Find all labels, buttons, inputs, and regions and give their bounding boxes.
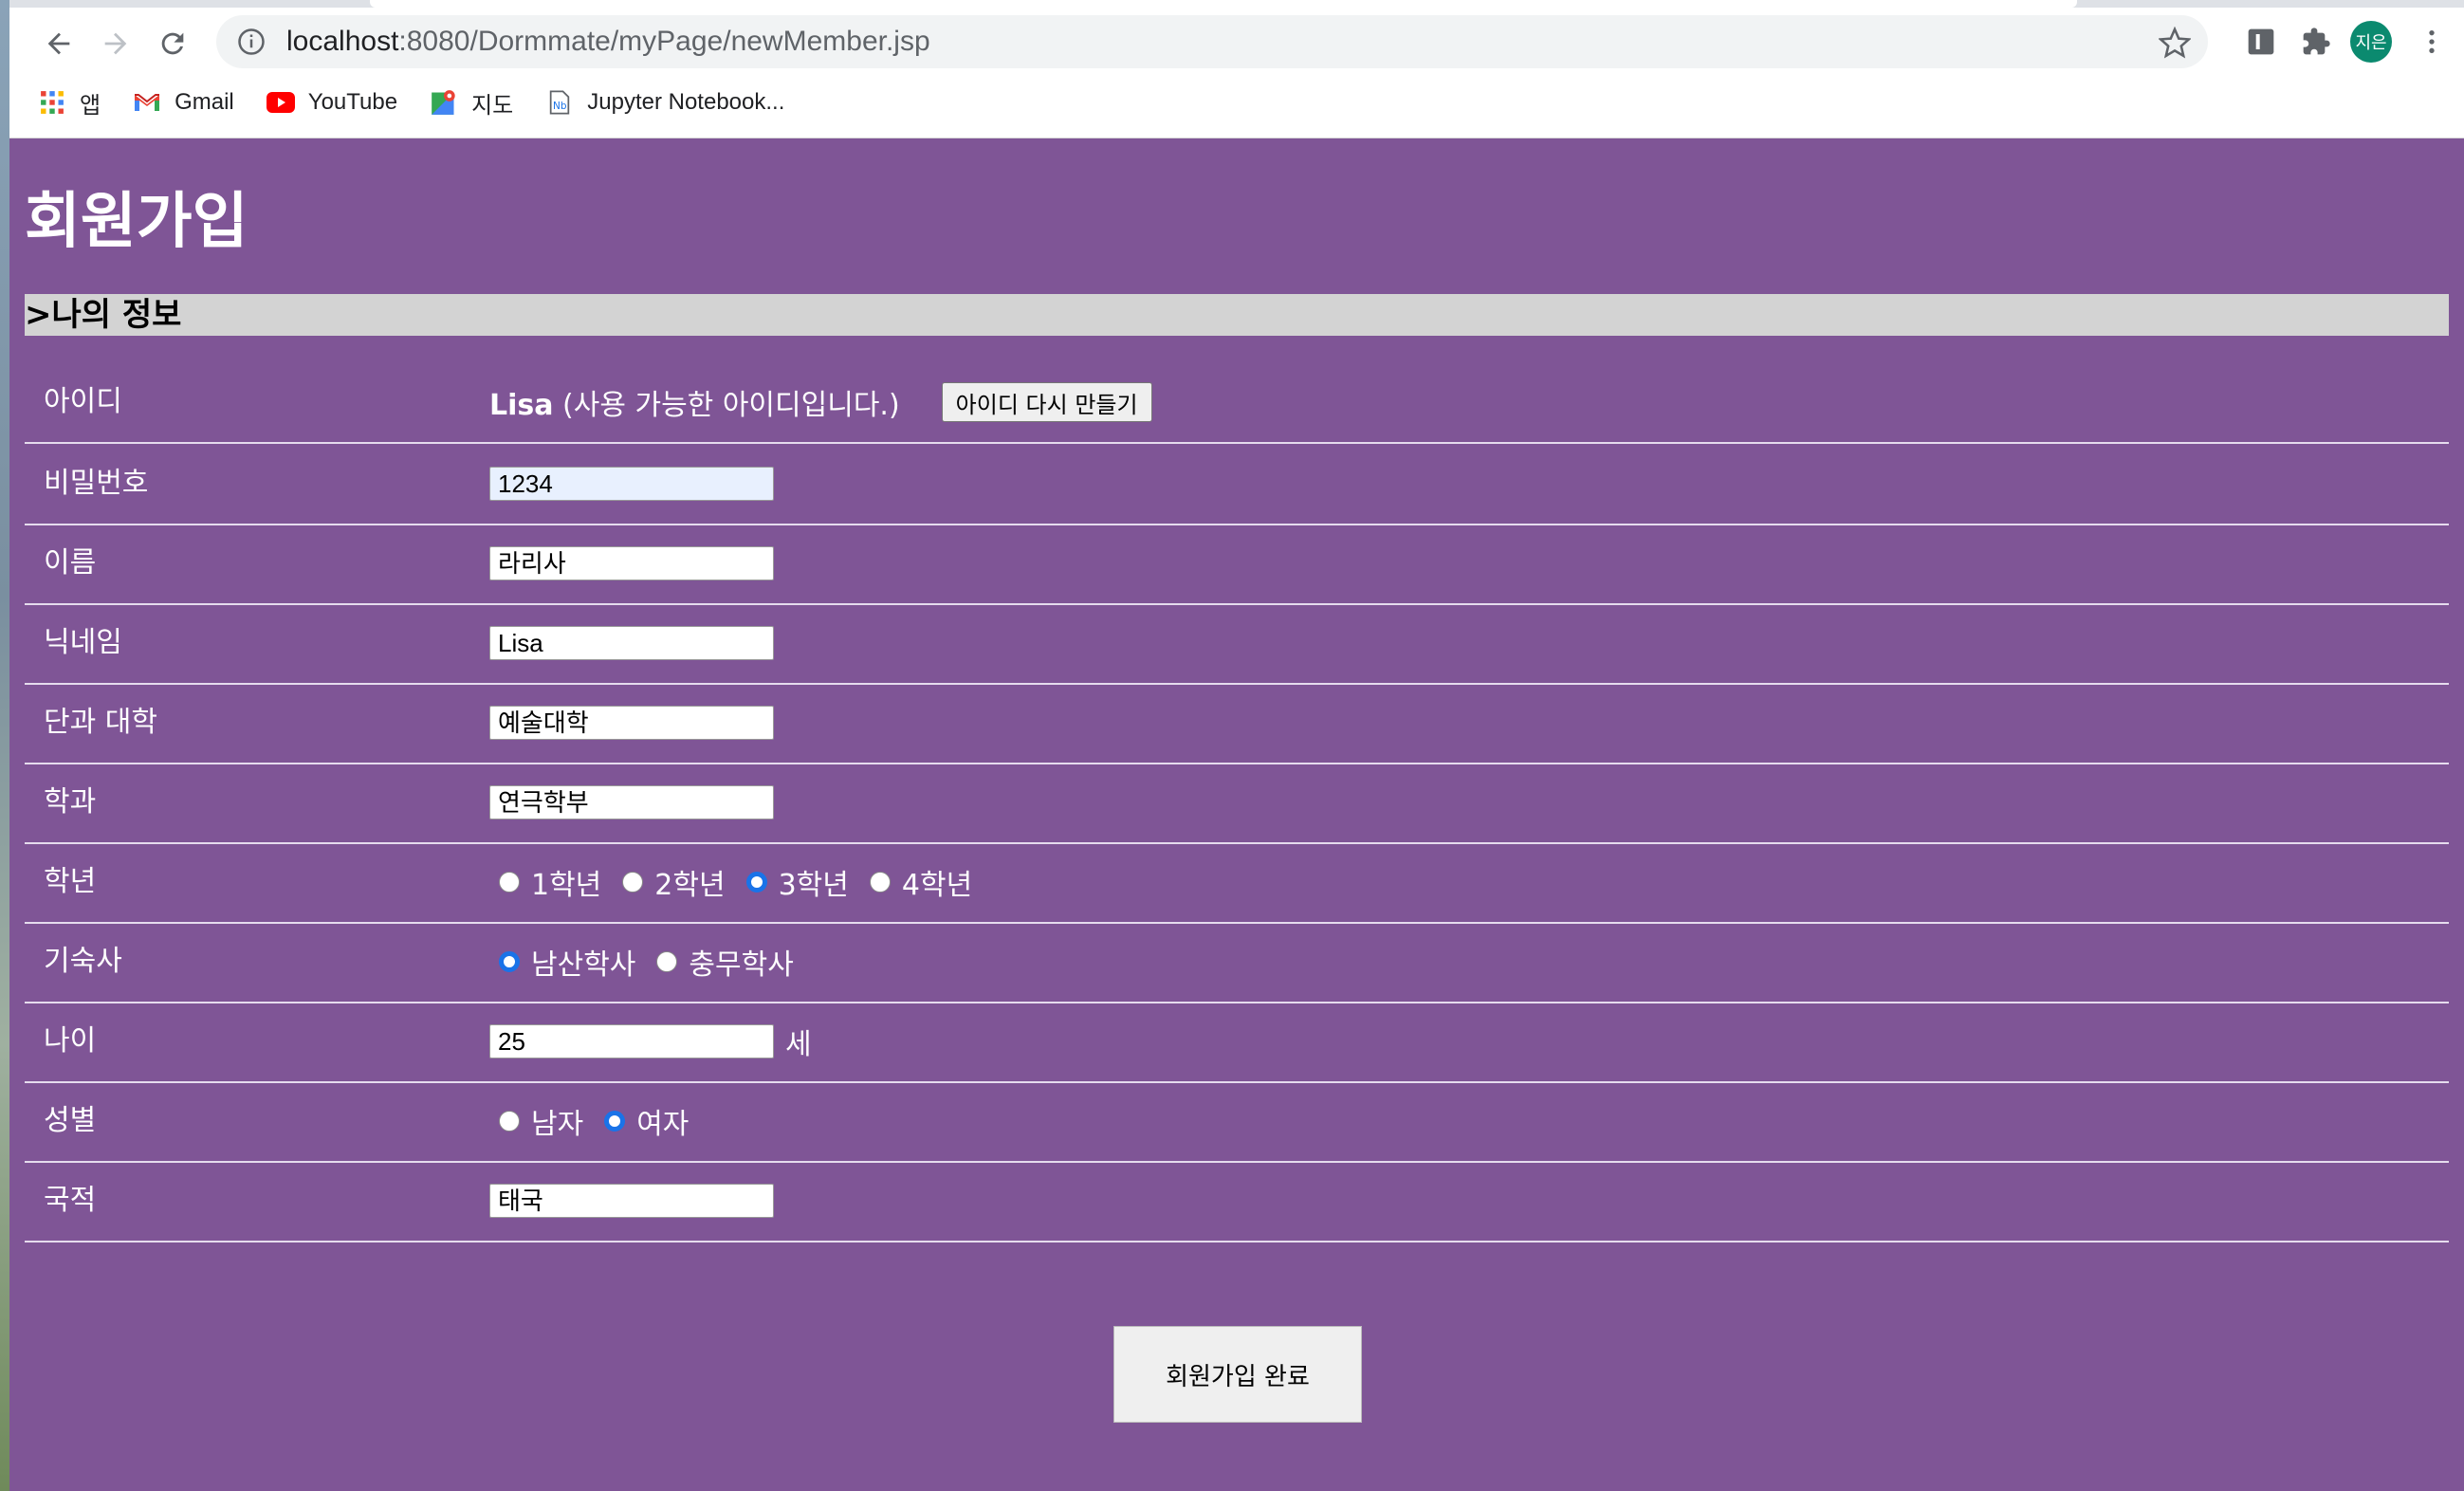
gmail-icon	[133, 88, 161, 117]
menu-kebab-icon[interactable]	[2411, 21, 2453, 63]
college-label: 단과 대학	[44, 706, 157, 739]
row-grade: 학년 1학년 2학년 3학년 4학년	[25, 842, 2449, 924]
row-nationality: 국적 태국	[25, 1161, 2449, 1242]
row-id: 아이디 Lisa (사용 가능한 아이디입니다.) 아이디 다시 만들기	[25, 362, 2449, 444]
age-unit: 세	[785, 1028, 812, 1061]
row-nickname: 닉네임 Lisa	[25, 603, 2449, 685]
info-icon[interactable]	[237, 28, 266, 56]
url-text[interactable]: localhost:8080/Dormmate/myPage/newMember…	[286, 15, 930, 68]
youtube-icon	[266, 88, 295, 117]
maps-icon	[430, 88, 458, 117]
name-input[interactable]: 라리사	[489, 546, 774, 580]
gender-female-label: 여자	[636, 1108, 690, 1141]
nationality-input[interactable]: 태국	[489, 1184, 774, 1218]
nickname-label: 닉네임	[44, 626, 122, 659]
id-value: Lisa (사용 가능한 아이디입니다.)	[489, 389, 900, 422]
college-input[interactable]: 예술대학	[489, 706, 774, 740]
tab-strip	[9, 0, 2464, 8]
dorm-chungmu-label: 충무학사	[689, 948, 794, 982]
back-arrow-icon	[47, 32, 70, 55]
bookmark-youtube[interactable]: YouTube	[266, 88, 398, 117]
grade-4-label: 4학년	[901, 869, 973, 902]
grade-3-label: 3학년	[778, 869, 849, 902]
grade-3-radio[interactable]	[745, 872, 767, 893]
grade-1-radio[interactable]	[499, 872, 520, 893]
id-label: 아이디	[44, 385, 122, 418]
section-title: >나의 정보	[25, 296, 182, 334]
gender-male-radio[interactable]	[499, 1111, 520, 1132]
extension-reader-icon[interactable]	[2240, 21, 2282, 63]
desktop-edge	[0, 0, 9, 1491]
department-label: 학과	[44, 785, 97, 819]
password-label: 비밀번호	[44, 467, 149, 500]
row-password: 비밀번호 1234	[25, 444, 2449, 525]
dorm-namsan-radio[interactable]	[499, 951, 520, 972]
grade-2-radio[interactable]	[622, 872, 644, 893]
row-gender: 성별 남자 여자	[25, 1081, 2449, 1163]
row-age: 나이 25 세	[25, 1002, 2449, 1083]
nickname-input[interactable]: Lisa	[489, 626, 774, 660]
browser-toolbar: localhost:8080/Dormmate/myPage/newMember…	[9, 0, 2464, 138]
signup-complete-button[interactable]: 회원가입 완료	[1113, 1326, 1362, 1423]
profile-avatar[interactable]: 지은	[2350, 21, 2392, 63]
row-dorm: 기숙사 남산학사 충무학사	[25, 922, 2449, 1003]
jupyter-icon: Nb	[545, 88, 574, 117]
bookmark-label: Gmail	[175, 89, 234, 115]
row-department: 학과 연극학부	[25, 763, 2449, 844]
section-header: >나의 정보	[25, 294, 2449, 336]
nationality-label: 국적	[44, 1184, 97, 1217]
page-title: 회원가입	[25, 187, 248, 257]
row-college: 단과 대학 예술대학	[25, 683, 2449, 764]
reload-icon	[161, 32, 184, 55]
dorm-radio-group: 남산학사 충무학사	[489, 922, 805, 1002]
grade-4-radio[interactable]	[869, 872, 891, 893]
grade-label: 학년	[44, 865, 97, 898]
grade-radio-group: 1학년 2학년 3학년 4학년	[489, 842, 984, 922]
forward-arrow-icon	[104, 32, 127, 55]
bookmark-label: 지도	[471, 92, 514, 119]
dorm-chungmu-radio[interactable]	[656, 951, 678, 972]
apps-grid-icon	[38, 88, 66, 117]
address-bar[interactable]: localhost:8080/Dormmate/myPage/newMember…	[216, 15, 2208, 68]
bookmark-apps[interactable]: 앱	[38, 86, 101, 120]
grade-1-label: 1학년	[531, 869, 602, 902]
bookmarks-bar: 앱 Gmail YouTube 지도 Nb Jupyter Notebook..…	[38, 82, 817, 123]
dorm-namsan-label: 남산학사	[531, 948, 636, 982]
svg-text:Nb: Nb	[553, 101, 567, 112]
bookmark-star-icon[interactable]	[2159, 27, 2191, 59]
department-input[interactable]: 연극학부	[489, 785, 774, 819]
reload-button[interactable]	[146, 17, 199, 70]
grade-2-label: 2학년	[654, 869, 726, 902]
active-tab[interactable]	[370, 0, 2077, 8]
forward-button[interactable]	[89, 17, 142, 70]
name-label: 이름	[44, 546, 97, 580]
gender-label: 성별	[44, 1104, 97, 1137]
extensions-puzzle-icon[interactable]	[2295, 21, 2337, 63]
back-button[interactable]	[32, 17, 85, 70]
gender-male-label: 남자	[531, 1108, 584, 1141]
gender-female-radio[interactable]	[604, 1111, 626, 1132]
bookmark-label: YouTube	[307, 89, 398, 115]
age-input[interactable]: 25	[489, 1024, 774, 1058]
age-label: 나이	[44, 1024, 97, 1058]
dorm-label: 기숙사	[44, 945, 122, 978]
bookmark-label: Jupyter Notebook...	[587, 89, 785, 115]
gender-radio-group: 남자 여자	[489, 1081, 700, 1161]
bookmark-label: 앱	[80, 92, 101, 119]
bookmark-jupyter[interactable]: Nb Jupyter Notebook...	[545, 88, 784, 117]
signup-page: 회원가입 >나의 정보 아이디 Lisa (사용 가능한 아이디입니다.) 아이…	[9, 138, 2464, 1491]
bookmark-gmail[interactable]: Gmail	[133, 88, 234, 117]
regenerate-id-button[interactable]: 아이디 다시 만들기	[941, 382, 1152, 422]
row-name: 이름 라리사	[25, 524, 2449, 605]
bookmark-maps[interactable]: 지도	[430, 86, 513, 120]
password-input[interactable]: 1234	[489, 467, 774, 501]
id-field: Lisa (사용 가능한 아이디입니다.) 아이디 다시 만들기	[489, 362, 1152, 442]
